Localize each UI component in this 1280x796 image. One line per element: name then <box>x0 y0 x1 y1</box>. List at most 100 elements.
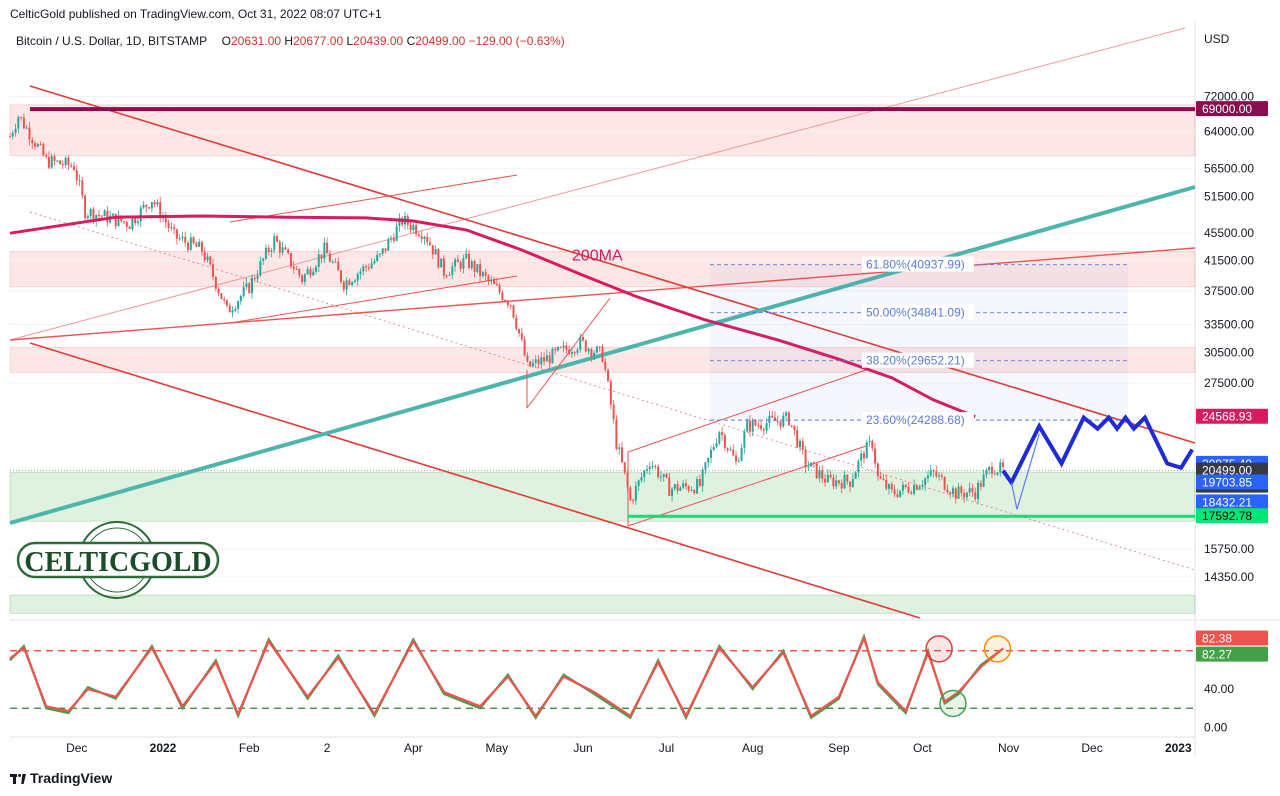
candle-body <box>982 474 985 487</box>
x-tick-9: Sep <box>828 741 850 755</box>
candle-body <box>954 488 957 499</box>
osc-y-tick-0: 40.00 <box>1204 682 1234 696</box>
candle-body <box>214 276 217 289</box>
candle-body <box>331 261 334 263</box>
tradingview-logo-icon <box>10 772 26 784</box>
candle-body <box>545 355 548 362</box>
candle-body <box>673 484 676 489</box>
candle-body <box>314 266 317 272</box>
candle-body <box>760 425 763 430</box>
candle-body <box>64 157 67 166</box>
candle-body <box>907 487 910 493</box>
zone-resistance-0 <box>9 104 1196 157</box>
candle-body <box>529 361 532 367</box>
candle-body <box>548 355 551 364</box>
candle-body <box>312 271 315 276</box>
candle-body <box>340 270 343 282</box>
candle-body <box>963 493 966 498</box>
candle-body <box>568 349 571 354</box>
fib-label-3: 23.60%(24288.68) <box>866 413 965 427</box>
tradingview-brand[interactable]: TradingView <box>10 770 112 786</box>
candle-body <box>757 425 760 427</box>
candle-body <box>871 440 874 449</box>
candle-body <box>509 305 512 307</box>
candle-body <box>145 204 148 208</box>
candle-body <box>498 285 501 293</box>
candle-body <box>148 207 151 209</box>
fib-label-0: 61.80%(40937.99) <box>866 258 965 272</box>
candle-body <box>807 466 810 468</box>
candle-body <box>479 264 482 277</box>
candle-body <box>862 453 865 459</box>
candle-body <box>184 236 187 243</box>
candle-body <box>623 462 626 473</box>
candle-body <box>701 469 704 486</box>
y-tick-5: 41500.00 <box>1204 254 1254 268</box>
y-tick-2: 56500.00 <box>1204 162 1254 176</box>
candle-body <box>579 336 582 350</box>
candle-body <box>704 462 707 470</box>
candle-body <box>309 269 312 276</box>
y-tick-3: 51500.00 <box>1204 189 1254 203</box>
x-tick-11: Nov <box>998 741 1019 755</box>
candle-body <box>804 449 807 468</box>
candle-body <box>426 236 429 243</box>
candle-body <box>456 259 459 263</box>
candle-body <box>231 310 234 313</box>
candle-body <box>609 381 612 405</box>
candle-body <box>167 222 170 228</box>
candle-body <box>156 202 159 205</box>
candle-body <box>353 280 356 283</box>
candle-body <box>971 488 974 493</box>
candle-body <box>198 241 201 247</box>
candle-body <box>78 180 81 182</box>
chart-canvas[interactable]: 200MA 61.80%(40937.99) 50.00%(34841.09) 38… <box>0 0 1280 796</box>
candle-body <box>957 486 960 499</box>
y-tick-1: 64000.00 <box>1204 125 1254 139</box>
candle-body <box>200 241 203 252</box>
candle-body <box>612 404 615 420</box>
candle-body <box>195 243 198 247</box>
candle-body <box>899 490 902 497</box>
candle-body <box>484 272 487 276</box>
candle-body <box>879 476 882 479</box>
candle-body <box>451 266 454 275</box>
candle-body <box>504 300 507 302</box>
candle-body <box>334 261 337 263</box>
candle-body <box>234 308 237 311</box>
candle-body <box>276 236 279 242</box>
candle-body <box>153 202 156 205</box>
candle-body <box>303 274 306 282</box>
candle-body <box>1002 462 1005 467</box>
candle-body <box>893 489 896 495</box>
candle-body <box>395 226 398 241</box>
candle-body <box>470 261 473 268</box>
candle-body <box>242 287 245 296</box>
candle-body <box>103 210 106 217</box>
candle-body <box>810 462 813 467</box>
candle-body <box>53 156 56 161</box>
candle-body <box>559 347 562 349</box>
candle-body <box>501 292 504 301</box>
candle-body <box>668 477 671 496</box>
candle-body <box>643 470 646 478</box>
candle-body <box>679 487 682 491</box>
candle-body <box>459 262 462 269</box>
candle-body <box>123 221 126 223</box>
price-change: −129.00 (−0.63%) <box>468 34 565 48</box>
candle-body <box>289 253 292 267</box>
candle-body <box>818 470 821 479</box>
candle-body <box>256 275 259 280</box>
candle-body <box>14 128 17 134</box>
candle-body <box>47 156 50 168</box>
candle-body <box>473 261 476 272</box>
candle-body <box>748 420 751 432</box>
y-tick-10: 15750.00 <box>1204 542 1254 556</box>
candle-body <box>607 369 610 382</box>
candle-body <box>996 472 999 475</box>
candle-body <box>323 242 326 259</box>
candle-body <box>178 238 181 240</box>
candle-body <box>540 357 543 365</box>
candle-body <box>295 269 298 271</box>
oscillator-pane[interactable] <box>10 622 1195 737</box>
